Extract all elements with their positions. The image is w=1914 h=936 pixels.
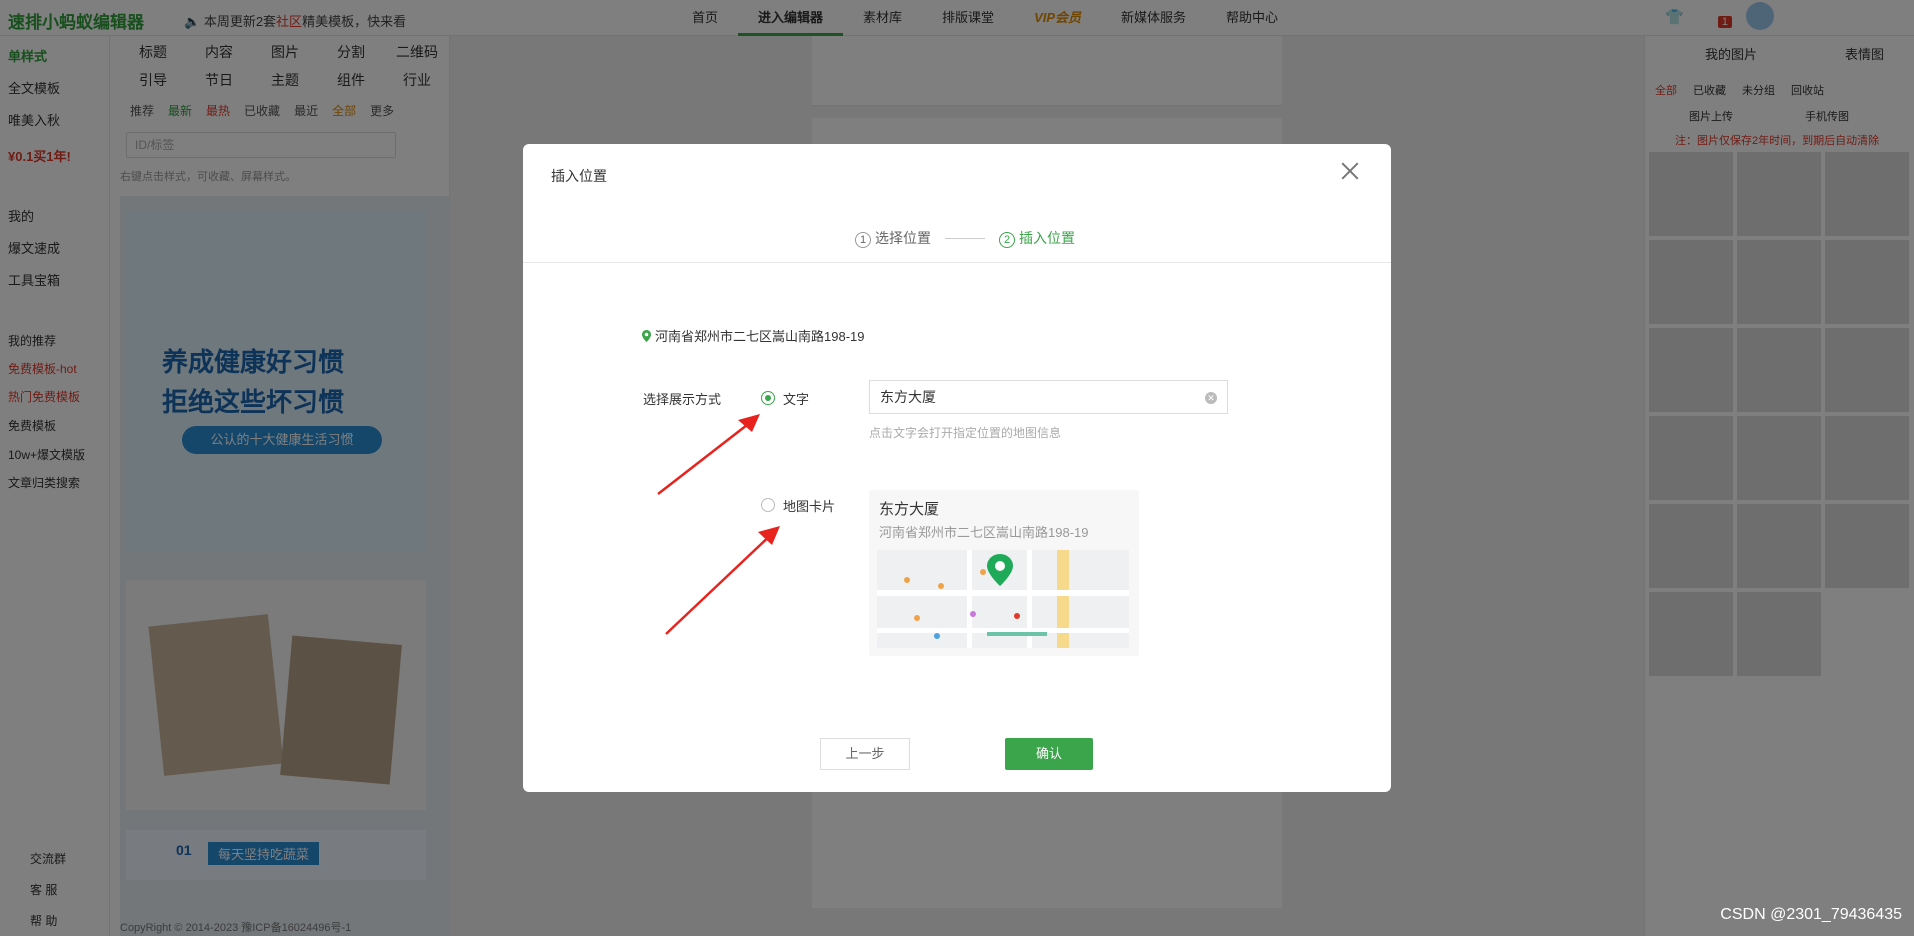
step-2: 2 插入位置 [999, 228, 1075, 248]
map-card-address: 河南省郑州市二七区嵩山南路198-19 [879, 525, 1089, 540]
location-pin-icon [642, 329, 651, 342]
map-graphic [877, 550, 1129, 648]
step-1: 1 选择位置 [855, 228, 931, 248]
map-thumbnail [877, 550, 1129, 648]
location-text-input[interactable]: 东方大厦 ✕ [869, 380, 1228, 414]
modal-title: 插入位置 [551, 168, 607, 184]
map-card-preview: 东方大厦 河南省郑州市二七区嵩山南路198-19 [869, 490, 1139, 656]
radio-map-card-mode[interactable] [761, 498, 775, 512]
insert-location-modal: 插入位置 1 选择位置 2 插入位置 河南省郑州市二七区嵩山南路198-19 选择展… [523, 144, 1391, 792]
close-icon[interactable] [1339, 160, 1361, 182]
step-1-label: 选择位置 [875, 230, 931, 246]
address-text: 河南省郑州市二七区嵩山南路198-19 [655, 329, 865, 344]
step-connector [945, 237, 985, 239]
radio-map-card-label[interactable]: 地图卡片 [783, 496, 835, 515]
step-2-number: 2 [999, 232, 1015, 248]
step-indicator: 1 选择位置 2 插入位置 [855, 228, 1075, 248]
display-mode-label: 选择展示方式 [643, 392, 722, 407]
step-1-number: 1 [855, 232, 871, 248]
modal-divider [523, 262, 1391, 263]
clear-input-icon[interactable]: ✕ [1205, 392, 1217, 404]
radio-text-mode[interactable] [761, 391, 775, 405]
step-2-label: 插入位置 [1019, 230, 1075, 246]
map-card-name: 东方大厦 [879, 501, 940, 518]
selected-address: 河南省郑州市二七区嵩山南路198-19 [642, 326, 864, 345]
text-mode-hint: 点击文字会打开指定位置的地图信息 [869, 426, 1062, 440]
previous-step-button[interactable]: 上一步 [820, 738, 910, 770]
location-text-value: 东方大厦 [880, 389, 936, 405]
csdn-watermark: CSDN @2301_79436435 [1720, 906, 1902, 923]
confirm-button[interactable]: 确认 [1005, 738, 1093, 770]
radio-text-label[interactable]: 文字 [783, 389, 809, 408]
